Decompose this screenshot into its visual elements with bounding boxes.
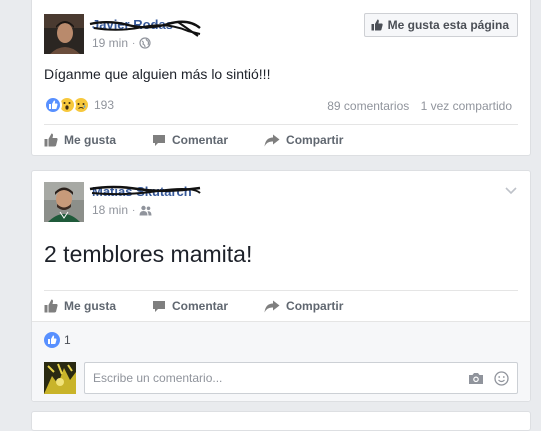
author-name[interactable]: Javier Rodas [92,17,173,32]
like-page-label: Me gusta esta página [387,18,509,32]
thumbs-up-icon [44,133,58,147]
reactions-summary[interactable]: 1 [44,332,71,348]
like-label: Me gusta [64,299,117,313]
author-name[interactable]: Matías Skutarch [92,184,192,199]
post-time[interactable]: 18 min [92,203,128,217]
like-page-button[interactable]: Me gusta esta página [363,13,518,37]
post-card: Javier Rodas 19 min · Me gusta esta pági… [31,0,531,156]
thumbs-up-icon [371,19,383,31]
camera-icon[interactable] [468,372,484,385]
comment-icon [153,300,166,312]
share-icon [264,300,280,312]
post-stats: 89 comentarios 1 vez compartido [327,99,512,113]
comment-button[interactable]: Comentar [152,299,228,313]
comment-button[interactable]: Comentar [152,133,228,147]
emoji-icon[interactable] [494,370,509,386]
like-reaction-icon [44,96,62,114]
comment-icon [153,134,166,146]
post-card: Matías Skutarch 18 min · 2 temblores mam… [31,170,531,402]
comment-placeholder: Escribe un comentario... [93,371,223,385]
like-button[interactable]: Me gusta [44,133,116,147]
reactions-summary[interactable]: 193 [44,96,114,114]
share-button[interactable]: Compartir [264,299,343,313]
post-meta: 18 min · [92,203,152,217]
shares-count-link[interactable]: 1 vez compartido [421,99,512,113]
comment-label: Comentar [172,133,229,147]
like-button[interactable]: Me gusta [44,299,116,313]
comment-label: Comentar [172,299,229,313]
like-reaction-icon [44,332,60,348]
user-avatar[interactable] [44,362,76,394]
like-label: Me gusta [64,133,117,147]
comment-section: 1 Escribe un comentario... [32,321,530,401]
reaction-count: 193 [94,98,115,112]
post-actions: Me gusta Comentar Compartir [44,125,518,155]
comments-count-link[interactable]: 89 comentarios [327,99,409,113]
post-card [31,411,531,431]
thumbs-up-icon [44,299,58,313]
post-text: 2 temblores mamita! [44,241,253,267]
author-avatar[interactable] [44,182,84,222]
post-actions: Me gusta Comentar Compartir [44,291,518,321]
share-button[interactable]: Compartir [264,133,343,147]
post-text: Díganme que alguien más lo sintió!!! [44,66,271,82]
reaction-count: 1 [64,333,71,347]
post-time[interactable]: 19 min [92,36,128,50]
author-avatar[interactable] [44,14,84,54]
comment-input[interactable]: Escribe un comentario... [84,362,518,394]
share-label: Compartir [286,299,344,313]
globe-icon [139,37,151,49]
share-icon [264,134,280,146]
chevron-down-icon[interactable] [504,183,518,197]
friends-icon [139,205,152,215]
post-meta: 19 min · [92,36,151,50]
share-label: Compartir [286,133,344,147]
